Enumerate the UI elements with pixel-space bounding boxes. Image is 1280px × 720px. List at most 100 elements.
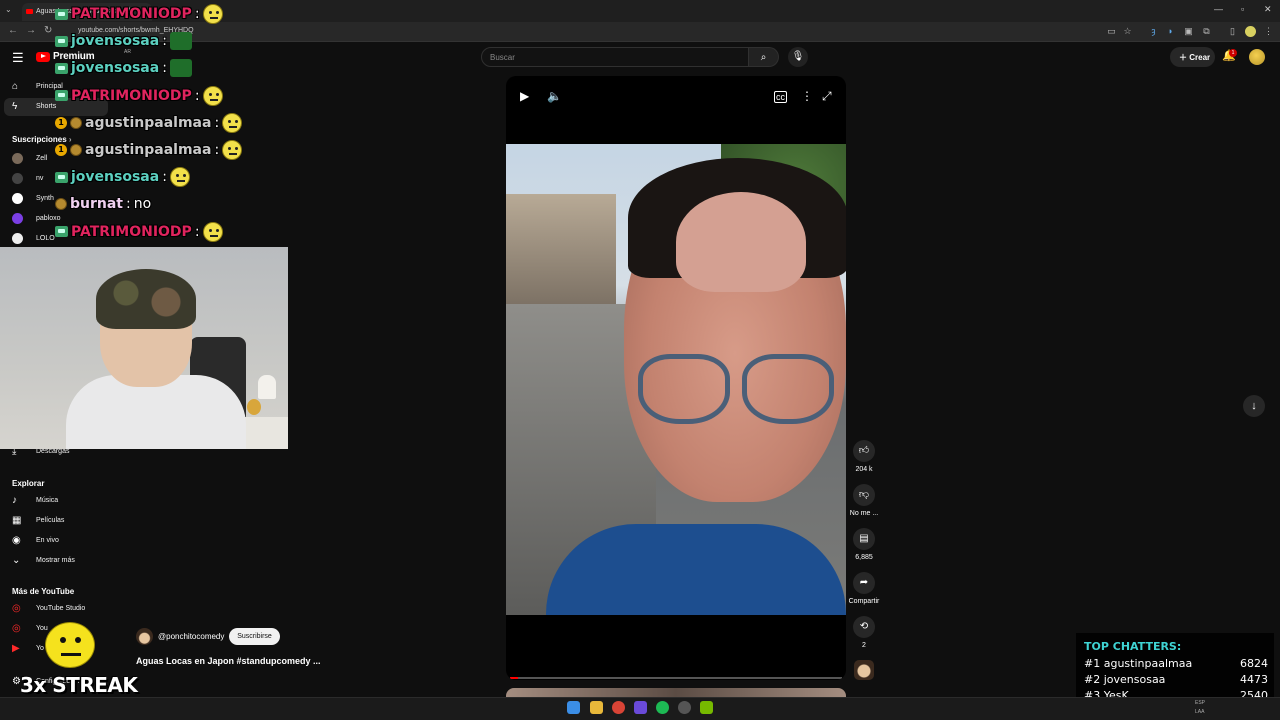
- install-icon[interactable]: ▭: [1106, 26, 1117, 37]
- face-emote-icon: [202, 85, 223, 106]
- forward-icon[interactable]: →: [26, 25, 36, 36]
- create-label: Crear: [1189, 53, 1211, 62]
- chat-username: jovensosaa: [71, 60, 160, 77]
- chatter-count: 4473: [1240, 673, 1268, 686]
- next-video-button[interactable]: ↓: [1243, 395, 1265, 417]
- file-explorer-icon[interactable]: [590, 701, 603, 714]
- obs-icon[interactable]: [678, 701, 691, 714]
- youtube-music-icon: ◎: [12, 623, 21, 634]
- chat-username: PATRIMONIODP: [71, 223, 192, 240]
- extensions-puzzle-icon[interactable]: ⧉: [1201, 26, 1212, 37]
- dislike-button[interactable]: 👎︎: [853, 484, 875, 506]
- close-icon[interactable]: ✕: [1264, 4, 1272, 15]
- captions-icon[interactable]: cc: [774, 91, 787, 103]
- coin-badge-icon: [70, 116, 82, 129]
- comment-count: 6,885: [855, 554, 873, 561]
- like-icon: 👍︎: [858, 445, 870, 456]
- chat-username: PATRIMONIODP: [71, 6, 192, 22]
- sidebar-item-live[interactable]: ◉ En vivo: [0, 532, 108, 550]
- music-icon: ♪: [12, 495, 17, 506]
- frog-emote-icon: [169, 32, 192, 51]
- progress-bar[interactable]: [510, 677, 842, 679]
- comment-button[interactable]: ▤: [853, 528, 875, 550]
- video-background-houses: [506, 194, 616, 304]
- streak-emote: [45, 622, 95, 668]
- create-button[interactable]: ＋ Crear: [1170, 47, 1215, 67]
- profile-avatar-icon[interactable]: [1245, 26, 1256, 37]
- chat-message: PATRIMONIODP:: [55, 220, 223, 244]
- sidebar-panel-icon[interactable]: ▯: [1227, 26, 1238, 37]
- bookmark-star-icon[interactable]: ☆: [1122, 26, 1133, 37]
- remix-button[interactable]: ⟲: [853, 616, 875, 638]
- browser-menu-icon[interactable]: ⋮: [1263, 26, 1274, 37]
- comment-icon: ▤: [859, 533, 869, 544]
- chat-separator: :: [162, 169, 167, 186]
- video-frame: [506, 144, 846, 615]
- youtube-kids-icon: ▶: [12, 643, 20, 654]
- youtube-studio-icon: ◎: [12, 603, 21, 614]
- chat-separator: :: [214, 114, 220, 131]
- subscriber-badge-icon: [55, 35, 68, 47]
- webcam-cup: [247, 399, 261, 415]
- chat-message: jovensosaa:: [55, 56, 192, 80]
- nvidia-icon[interactable]: [700, 701, 713, 714]
- subscriber-badge-icon: [55, 171, 68, 183]
- video-title[interactable]: Aguas Locas en Japon #standupcomedy ...: [136, 656, 321, 666]
- share-icon: ➦: [859, 577, 869, 588]
- extension-icon[interactable]: ȝ: [1148, 26, 1159, 37]
- share-button[interactable]: ➦: [853, 572, 875, 594]
- language-indicator: ESP: [1195, 700, 1206, 706]
- sidebar-item-movies[interactable]: ▦ Películas: [0, 512, 108, 530]
- search-input[interactable]: Buscar: [481, 47, 749, 67]
- search-icon[interactable]: ⌕: [749, 47, 779, 67]
- microphone-icon[interactable]: 🎙: [788, 47, 808, 67]
- sidebar-item-show-more[interactable]: ⌄ Mostrar más: [0, 552, 108, 570]
- chatter-name: agustinpaalmaa: [1103, 657, 1193, 670]
- extension-icon[interactable]: ◗: [1165, 26, 1176, 37]
- chat-username: agustinpaalmaa: [85, 114, 212, 131]
- chat-separator: :: [194, 6, 200, 22]
- notification-badge: 1: [1229, 49, 1237, 57]
- spotify-icon[interactable]: [656, 701, 669, 714]
- language-layout: LAA: [1195, 709, 1205, 715]
- sidebar-item-label: Shorts: [36, 103, 57, 110]
- menu-icon[interactable]: ☰: [12, 50, 24, 66]
- top-chatters-title: TOP CHATTERS:: [1084, 640, 1182, 653]
- face-emote-icon: [169, 167, 190, 188]
- more-options-icon[interactable]: ⋮: [801, 89, 813, 103]
- maximize-icon[interactable]: ▫: [1241, 4, 1244, 14]
- chrome-icon[interactable]: [612, 701, 625, 714]
- fullscreen-icon[interactable]: ⤢: [822, 89, 832, 104]
- subscriber-badge-icon: [55, 8, 68, 20]
- extension-icon[interactable]: ▣: [1183, 26, 1194, 37]
- start-icon[interactable]: [567, 701, 580, 714]
- chat-username: jovensosaa: [71, 169, 160, 186]
- subscription-label: Synth: [36, 195, 54, 202]
- like-button[interactable]: 👍︎: [853, 440, 875, 462]
- minimize-icon[interactable]: —: [1214, 4, 1223, 14]
- shorts-player[interactable]: ▶ 🔈 cc ⋮ ⤢: [506, 76, 846, 680]
- subscription-label: nv: [36, 175, 44, 182]
- chatter-name: jovensosaa: [1103, 673, 1166, 686]
- play-icon[interactable]: ▶: [520, 89, 529, 103]
- volume-icon[interactable]: 🔈: [547, 89, 562, 103]
- sidebar-item-music[interactable]: ♪ Música: [0, 492, 108, 510]
- sidebar-item-label: En vivo: [36, 537, 59, 544]
- sidebar-item-youtube-studio[interactable]: ◎ YouTube Studio: [0, 600, 108, 618]
- youtube-favicon-icon: [26, 9, 33, 14]
- subscribe-button[interactable]: Suscribirse: [229, 628, 280, 645]
- webcam-shelf: [244, 417, 288, 449]
- reload-icon[interactable]: ↻: [44, 25, 52, 36]
- discord-icon[interactable]: [634, 701, 647, 714]
- remix-icon: ⟲: [859, 621, 869, 632]
- back-icon[interactable]: ←: [8, 25, 18, 36]
- tab-list-icon[interactable]: ⌄: [5, 5, 12, 14]
- live-icon: ◉: [12, 535, 21, 546]
- channel-avatar[interactable]: [136, 628, 153, 645]
- account-avatar[interactable]: [1249, 49, 1265, 65]
- video-person-glasses: [742, 354, 834, 424]
- face-emote-icon: [222, 140, 243, 160]
- channel-name[interactable]: @ponchitocomedy: [158, 632, 224, 641]
- sound-avatar[interactable]: [854, 660, 874, 680]
- home-icon: ⌂: [12, 81, 19, 92]
